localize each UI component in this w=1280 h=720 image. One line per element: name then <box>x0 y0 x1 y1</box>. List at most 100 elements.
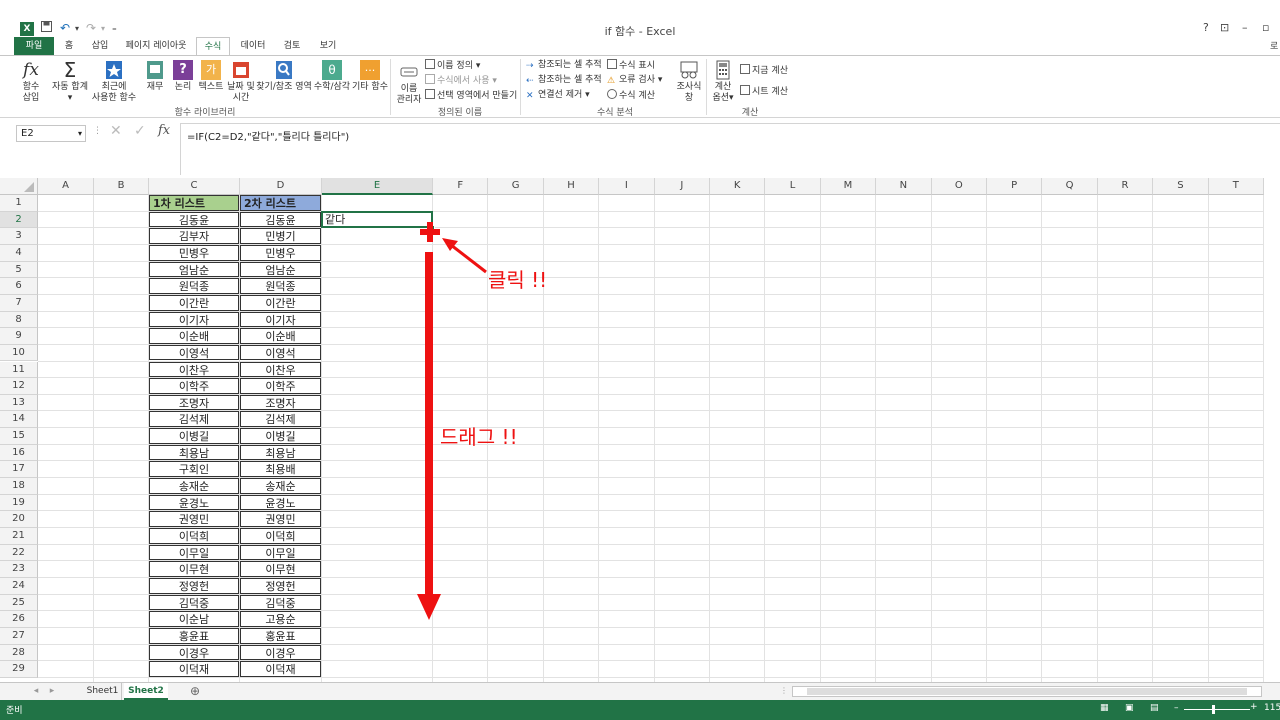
name-box[interactable]: E2 ▾ <box>16 125 86 142</box>
title-bar: X ↶ ▾ ↷ ▾ ₌ if 함수 - Excel ? ⊡ – ▫ 로 <box>0 0 1280 52</box>
scroll-sheets-right-icon[interactable]: ▸ <box>46 683 58 700</box>
financial-icon <box>147 61 163 79</box>
logical-button[interactable]: ? 논리 <box>170 60 196 93</box>
ribbon: fx 함수 삽입 Σ 자동 합계 ▾ 최근에 사용한 함수 재무 ? 논리 가 … <box>0 55 1280 118</box>
status-ready: 준비 <box>6 706 23 716</box>
group-function-library: 함수 라이브러리 <box>174 108 236 118</box>
tab-home[interactable]: 홈 <box>58 37 80 55</box>
tab-page-layout[interactable]: 페이지 레이아웃 <box>120 37 192 55</box>
show-formulas-button[interactable]: 수식 표시 <box>607 59 655 72</box>
sheet-tab-bar: ◂ ▸ Sheet1 Sheet2 ⊕ ⋮ <box>0 682 1280 700</box>
ribbon-display-button[interactable]: ⊡ <box>1220 21 1229 34</box>
error-checking-button[interactable]: ⚠ 오류 검사 ▾ <box>607 74 662 86</box>
define-name-button[interactable]: 이름 정의 ▾ <box>425 59 480 72</box>
more-functions-button[interactable]: ... 기타 함수 <box>352 60 388 93</box>
math-icon: θ <box>322 60 342 80</box>
zoom-out-button[interactable]: – <box>1174 703 1179 713</box>
enter-icon[interactable]: ✓ <box>134 123 146 139</box>
calculate-sheet-icon <box>740 85 750 95</box>
minimize-button[interactable]: – <box>1242 21 1248 34</box>
evaluate-formula-icon <box>607 89 617 99</box>
zoom-slider[interactable] <box>1184 709 1250 710</box>
drag-arrow-icon <box>417 252 441 620</box>
zoom-in-button[interactable]: + <box>1250 702 1258 712</box>
tab-sheet2[interactable]: Sheet2 <box>124 683 168 700</box>
zoom-level[interactable]: 115 <box>1264 703 1280 713</box>
ribbon-tabs: 파일 홈 삽입 페이지 레이아웃 수식 데이터 검토 보기 <box>0 37 1280 55</box>
evaluate-formula-button[interactable]: 수식 계산 <box>607 89 655 102</box>
restore-button[interactable]: ▫ <box>1262 21 1269 34</box>
calendar-icon <box>233 62 249 78</box>
click-annotation-label: 클릭 !! <box>488 268 548 292</box>
math-trig-button[interactable]: θ 수학/삼각 <box>312 60 352 93</box>
tab-file[interactable]: 파일 <box>14 37 54 55</box>
remove-arrows-button[interactable]: ✕ 연결선 제거 ▾ <box>526 89 590 101</box>
use-in-formula-button[interactable]: 수식에서 사용 ▾ <box>425 74 497 87</box>
lookup-icon <box>276 61 292 79</box>
logical-icon: ? <box>173 60 193 80</box>
calculate-now-button[interactable]: 지금 계산 <box>740 64 788 77</box>
trace-precedents-icon: ⇢ <box>526 61 534 71</box>
calculate-sheet-button[interactable]: 시트 계산 <box>740 85 788 98</box>
worksheet-grid: ABCDEFGHIJKLMNOPQRST 1 2 3 4 5 6 7 8 9 10 11 12 13 14… <box>0 178 1280 682</box>
crosshair-cursor-icon <box>420 222 440 242</box>
tab-formulas[interactable]: 수식 <box>196 37 230 55</box>
group-separator <box>706 59 707 115</box>
group-defined-names: 정의된 이름 <box>437 108 483 118</box>
calculation-options-button[interactable]: 계산 옵션▾ <box>708 60 738 104</box>
create-from-selection-button[interactable]: 선택 영역에서 만들기 <box>425 89 517 102</box>
tab-view[interactable]: 보기 <box>312 37 344 55</box>
horizontal-scroll-thumb[interactable] <box>807 688 1247 695</box>
page-break-view-icon[interactable]: ▤ <box>1150 703 1159 713</box>
tab-sheet1[interactable]: Sheet1 <box>84 683 122 700</box>
trace-precedents-button[interactable]: ⇢ 참조되는 셀 추적 <box>526 59 602 71</box>
name-box-dropdown-icon[interactable]: ▾ <box>78 126 82 141</box>
annotation-layer <box>417 222 487 620</box>
cancel-icon[interactable]: ✕ <box>110 123 122 139</box>
insert-function-icon[interactable]: fx <box>158 123 170 138</box>
fx-icon: fx <box>23 60 39 80</box>
horizontal-scrollbar[interactable] <box>792 686 1262 697</box>
formula-input[interactable]: =IF(C2=D2,"같다","틀리다 틀리다") <box>180 123 1280 175</box>
star-book-icon <box>106 61 122 79</box>
page-layout-view-icon[interactable]: ▣ <box>1125 703 1134 713</box>
new-sheet-button[interactable]: ⊕ <box>186 683 204 700</box>
trace-dependents-button[interactable]: ⇠ 참조하는 셀 추적 <box>526 74 602 86</box>
tab-review[interactable]: 검토 <box>276 37 308 55</box>
tab-insert[interactable]: 삽입 <box>84 37 116 55</box>
click-arrow-icon <box>442 238 487 274</box>
group-formula-auditing: 수식 분석 <box>597 108 633 118</box>
show-formulas-icon <box>607 59 617 69</box>
insert-function-button[interactable]: fx 함수 삽입 <box>16 60 46 104</box>
autosum-button[interactable]: Σ 자동 합계 ▾ <box>50 60 90 104</box>
financial-button[interactable]: 재무 <box>142 60 168 93</box>
tag-icon <box>425 59 435 69</box>
datetime-button[interactable]: 날짜 및 시간 <box>226 60 256 104</box>
group-calculation: 계산 <box>741 108 759 118</box>
create-from-selection-icon <box>425 89 435 99</box>
status-bar: 준비 ▦ ▣ ▤ – + 115 <box>0 700 1280 720</box>
sigma-icon: Σ <box>63 58 77 82</box>
group-separator <box>520 59 521 115</box>
warning-icon: ⚠ <box>607 76 616 86</box>
name-manager-button[interactable]: 이름 관리자 <box>394 62 424 106</box>
text-icon: 가 <box>201 60 221 80</box>
zoom-slider-thumb[interactable] <box>1212 705 1215 714</box>
text-button[interactable]: 가 텍스트 <box>196 60 226 93</box>
calculator-icon <box>716 60 730 80</box>
group-separator <box>390 59 391 115</box>
help-button[interactable]: ? <box>1203 21 1209 34</box>
more-functions-icon: ... <box>360 60 380 80</box>
trace-dependents-icon: ⇠ <box>526 76 534 86</box>
watch-window-button[interactable]: 조사식 창 <box>673 60 705 104</box>
normal-view-icon[interactable]: ▦ <box>1100 703 1109 713</box>
name-manager-icon <box>400 67 418 77</box>
tab-data[interactable]: 데이터 <box>234 37 272 55</box>
glasses-icon <box>680 61 698 79</box>
formula-bar-grip-icon: ⋮ <box>93 126 102 136</box>
drag-annotation-label: 드래그 !! <box>440 425 518 449</box>
calculate-now-icon <box>740 64 750 74</box>
lookup-button[interactable]: 찾기/참조 영역 <box>256 60 312 93</box>
scroll-sheets-left-icon[interactable]: ◂ <box>30 683 42 700</box>
recently-used-button[interactable]: 최근에 사용한 함수 <box>88 60 140 104</box>
